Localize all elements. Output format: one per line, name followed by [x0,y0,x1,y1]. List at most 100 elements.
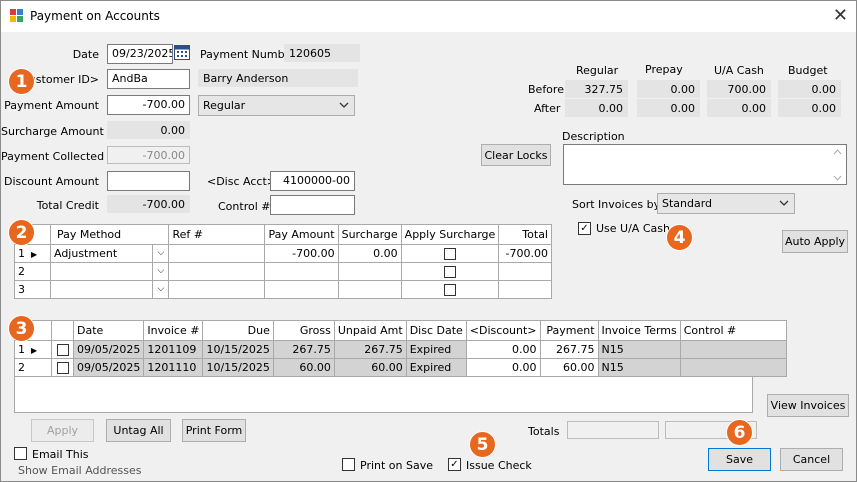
chevron-down-icon[interactable]: ⌵ [152,281,168,298]
total-credit-label: Total Credit [36,199,99,212]
regular-header: Regular [576,64,619,77]
surcharge-cell[interactable] [337,262,402,281]
inv-discount-cell[interactable]: 0.00 [465,340,541,359]
use-ua-cash-checkbox[interactable]: ✓ [578,222,591,235]
save-button[interactable]: Save [708,448,771,471]
ref-header: Ref # [168,224,266,245]
print-form-button[interactable]: Print Form [182,419,246,442]
table-row[interactable]: 1 ▶ 09/05/2025 1201109 10/15/2025 267.75 … [14,340,787,359]
date-field[interactable]: 09/23/2025 [107,44,173,64]
ua-cash-header: U/A Cash [714,64,764,77]
auto-apply-button[interactable]: Auto Apply [782,230,848,253]
callout-badge-4: 4 [666,224,693,251]
use-ua-cash-label: Use U/A Cash [596,222,670,235]
surcharge-cell[interactable]: 0.00 [337,244,402,263]
calendar-icon[interactable] [174,44,190,60]
total-cell [498,262,552,281]
print-on-save-checkbox[interactable] [342,458,355,471]
total-credit-field: -700.00 [107,195,190,213]
apply-surcharge-checkbox[interactable] [443,266,456,278]
total-header: Total [498,224,552,245]
inv-disc-date-cell: Expired [405,358,467,377]
pay-method-cell[interactable]: Adjustment ⌵ [49,244,170,263]
view-invoices-button[interactable]: View Invoices [767,394,849,417]
pay-method-cell[interactable]: ⌵ [49,262,170,281]
row-number: 1 ▶ [14,340,52,359]
pay-method-cell[interactable]: ⌵ [49,280,170,299]
chevron-down-icon[interactable]: ⌵ [152,263,168,280]
tag-checkbox[interactable] [56,344,69,356]
discount-amount-field[interactable] [107,171,190,191]
clear-locks-button[interactable]: Clear Locks [481,144,551,166]
row-number: 1 ▶ [14,244,51,263]
inv-payment-header: Payment [539,320,599,341]
table-row[interactable]: 2 ⌵ [14,262,552,281]
inv-terms-cell: N15 [597,358,681,377]
ref-cell[interactable] [168,280,266,299]
callout-badge-6: 6 [726,419,753,446]
untag-all-button[interactable]: Untag All [106,419,171,442]
surcharge-amount-label: Surcharge Amount [1,125,104,138]
inv-discount-header: <Discount> [465,320,541,341]
issue-check-checkbox[interactable]: ✓ [448,458,461,471]
payment-amount-field[interactable]: -700.00 [107,95,190,115]
inv-payment-cell[interactable]: 60.00 [539,358,599,377]
after-ua-cash: 0.00 [707,99,771,117]
table-row[interactable]: 3 ⌵ [14,280,552,299]
after-regular: 0.00 [565,99,628,117]
disc-acct-field[interactable]: 4100000-00 [270,171,355,191]
print-on-save-label: Print on Save [360,459,433,472]
pay-amount-cell[interactable] [264,262,339,281]
apply-surcharge-cell[interactable] [400,280,500,299]
tag-checkbox[interactable] [56,362,69,374]
payment-collected-field: -700.00 [107,146,190,164]
sort-invoices-value: Standard [662,197,713,210]
tag-cell[interactable] [51,358,74,377]
payment-collected-label: Payment Collected [1,150,105,163]
control-field[interactable] [270,195,355,215]
customer-name-field: Barry Anderson [198,69,358,87]
inv-control-header: Control # [679,320,787,341]
apply-surcharge-checkbox[interactable] [443,248,456,260]
pay-method-grid: Pay Method Ref # Pay Amount Surcharge Ap… [14,224,552,299]
apply-button[interactable]: Apply [31,419,94,442]
pay-amount-cell[interactable]: -700.00 [264,244,339,263]
disc-acct-label[interactable]: <Disc Acct> [207,175,276,188]
sort-invoices-select[interactable]: Standard [657,193,795,214]
description-field[interactable] [563,144,847,185]
description-scrollbar[interactable] [833,148,842,182]
show-email-addresses-label: Show Email Addresses [18,464,142,477]
app-icon [10,9,23,22]
apply-surcharge-cell[interactable] [400,244,500,263]
pay-amount-cell[interactable] [264,280,339,299]
inv-terms-cell: N15 [597,340,681,359]
table-row[interactable]: 1 ▶ Adjustment ⌵ -700.00 0.00 -700.00 [14,244,552,263]
payment-number-field: 120605 [284,44,360,62]
apply-surcharge-cell[interactable] [400,262,500,281]
payment-type-select[interactable]: Regular [198,95,355,116]
email-this-checkbox[interactable] [14,447,27,460]
inv-number-cell: 1201110 [143,358,204,377]
payment-type-value: Regular [203,99,246,112]
pay-method-header: Pay Method [49,224,170,245]
apply-surcharge-checkbox[interactable] [443,284,456,296]
tag-cell[interactable] [51,340,74,359]
issue-check-label: Issue Check [466,459,532,472]
close-icon[interactable]: ✕ [833,5,848,26]
chevron-down-icon[interactable]: ⌵ [152,245,168,262]
inv-payment-cell[interactable]: 267.75 [539,340,599,359]
ref-cell[interactable] [168,244,266,263]
total-cell: -700.00 [498,244,552,263]
ref-cell[interactable] [168,262,266,281]
row-number: 2 [14,358,52,377]
inv-discount-cell[interactable]: 0.00 [465,358,541,377]
row-number: 3 [14,280,51,299]
customer-id-field[interactable]: AndBa [107,69,190,89]
window-title: Payment on Accounts [30,9,160,23]
table-row[interactable]: 2 09/05/2025 1201110 10/15/2025 60.00 60… [14,358,787,377]
before-label: Before [528,83,564,96]
before-regular: 327.75 [565,80,628,98]
cancel-button[interactable]: Cancel [780,448,843,471]
surcharge-cell[interactable] [337,280,402,299]
inv-unpaid-header: Unpaid Amt [333,320,407,341]
